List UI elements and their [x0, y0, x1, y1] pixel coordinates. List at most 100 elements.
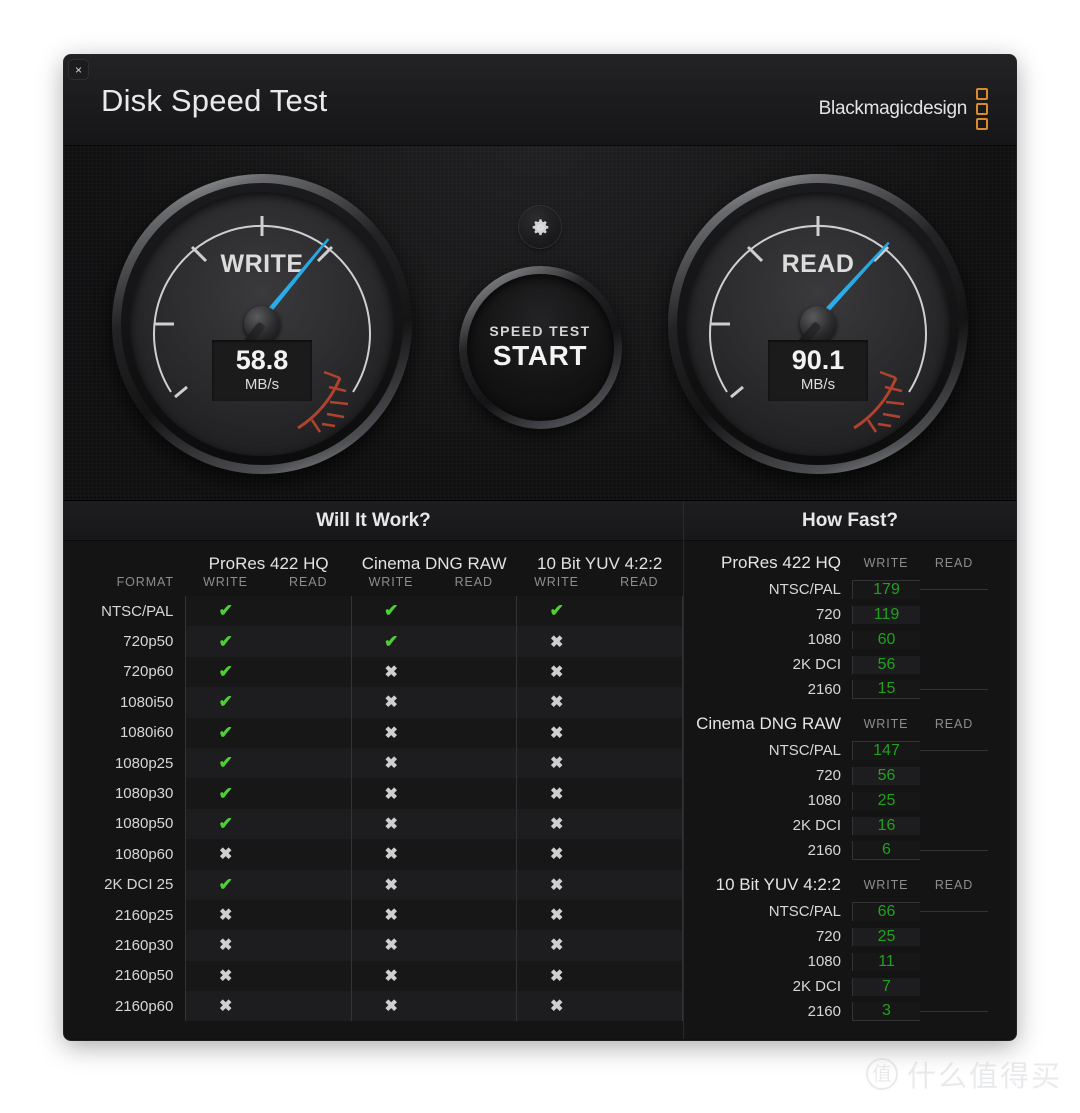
write-value: 66 — [852, 902, 920, 921]
format-label: 1080i50 — [119, 693, 174, 711]
read-value — [920, 850, 988, 851]
table-row: 2K DCI 25 ✔ ✖ ✖ — [64, 869, 684, 900]
write-value: 179 — [852, 580, 920, 599]
empty-cell — [430, 626, 517, 657]
cross-icon: ✖ — [350, 808, 431, 840]
format-label: 1080p60 — [114, 845, 174, 863]
cross-icon: ✖ — [516, 717, 597, 748]
write-unit: MB/s — [244, 376, 280, 394]
page-title: Disk Speed Test — [101, 83, 328, 118]
how-fast-panel: How Fast? ProRes 422 HQ WRITE READ NTSC/PAL… — [683, 501, 1016, 1039]
cross-icon: ✖ — [516, 869, 597, 900]
table-row: 1080i60 ✔ ✖ ✖ — [64, 717, 684, 748]
check-icon: ✔ — [185, 869, 266, 900]
format-label: 2160p25 — [114, 906, 174, 924]
cross-icon: ✖ — [516, 839, 597, 870]
gauge-area: WRITE 58.8 MB/s READ 90.1 MB/s SPEED TES… — [64, 146, 1016, 501]
format-label: NTSC/PAL — [101, 602, 174, 620]
read-gauge-label: READ — [781, 250, 855, 279]
cross-icon: ✖ — [185, 839, 266, 870]
table-row: 1080p30 ✔ ✖ ✖ — [64, 778, 684, 809]
empty-cell — [430, 596, 517, 627]
yuv-read-header: READ — [620, 575, 659, 589]
gear-icon[interactable] — [519, 206, 561, 248]
format-label: 2K DCI 25 — [104, 876, 174, 894]
empty-cell — [596, 687, 684, 718]
list-item: 720 25 — [684, 924, 1016, 949]
how-fast-group-header: 10 Bit YUV 4:2:2 WRITE READ — [684, 871, 1016, 899]
empty-cell — [430, 899, 517, 931]
how-fast-group-body: NTSC/PAL 66 720 25 1080 11 2K DCI 7 2160 3 — [684, 899, 1016, 1024]
check-icon: ✔ — [516, 596, 597, 627]
check-icon: ✔ — [185, 596, 266, 627]
write-value: 25 — [852, 791, 920, 810]
format-label: NTSC/PAL — [768, 742, 841, 759]
read-gauge-ring: READ 90.1 MB/s — [677, 183, 959, 465]
table-row: 2160p30 ✖ ✖ ✖ — [64, 930, 684, 961]
empty-cell — [265, 869, 352, 900]
watermark-badge-icon: 值 — [865, 1058, 898, 1090]
speed-test-start-button[interactable]: SPEED TEST START — [458, 266, 622, 429]
format-label: 2160p60 — [114, 997, 174, 1015]
gear-glyph-icon — [532, 218, 548, 235]
write-value: 3 — [852, 1002, 920, 1021]
list-item: 2K DCI 56 — [684, 652, 1016, 677]
cross-icon: ✖ — [185, 930, 266, 961]
brand-logo: Blackmagicdesign — [819, 88, 988, 130]
write-header: WRITE — [863, 878, 909, 892]
format-label: 2160 — [807, 681, 841, 698]
cross-icon: ✖ — [516, 899, 597, 931]
format-label: 2160p30 — [114, 936, 174, 954]
read-gauge: READ 90.1 MB/s — [668, 174, 968, 474]
cross-icon: ✖ — [350, 656, 431, 688]
format-label: 720 — [815, 928, 841, 945]
empty-cell — [596, 869, 684, 900]
list-item: NTSC/PAL 147 — [684, 738, 1016, 763]
close-button[interactable]: × — [68, 59, 89, 80]
empty-cell — [596, 808, 684, 840]
empty-cell — [265, 717, 352, 748]
write-readout: 58.8 MB/s — [212, 339, 312, 402]
table-row: 1080p50 ✔ ✖ ✖ — [64, 808, 684, 840]
write-value: 60 — [852, 630, 920, 649]
cross-icon: ✖ — [350, 747, 431, 779]
how-fast-group-header: ProRes 422 HQ WRITE READ — [684, 549, 1016, 577]
disk-speed-test-window: × Disk Speed Test Blackmagicdesign WRITE… — [64, 55, 1016, 1040]
site-watermark: 值 什么值得买 — [865, 1053, 1062, 1095]
list-item: 2160 6 — [684, 838, 1016, 863]
format-label: 720p50 — [123, 633, 174, 651]
empty-cell — [596, 960, 684, 992]
start-button-big-label: START — [492, 340, 588, 371]
list-item: 2160 3 — [684, 999, 1016, 1024]
list-item: 1080 25 — [684, 788, 1016, 813]
how-fast-groups: ProRes 422 HQ WRITE READ NTSC/PAL 179 720 119 1… — [684, 549, 1016, 1024]
read-unit: MB/s — [800, 376, 836, 394]
empty-cell — [596, 839, 684, 870]
empty-cell — [265, 960, 352, 992]
how-fast-group-body: NTSC/PAL 179 720 119 1080 60 2K DCI 56 2160 15 — [684, 577, 1016, 702]
write-header: WRITE — [863, 717, 909, 731]
write-value: 11 — [852, 952, 920, 971]
read-value — [920, 750, 988, 751]
cross-icon: ✖ — [516, 747, 597, 779]
empty-cell — [430, 960, 517, 992]
format-label: 2160 — [807, 842, 841, 859]
codec-header-row: ProRes 422 HQ Cinema DNG RAW 10 Bit YUV … — [64, 541, 683, 575]
group-name: ProRes 422 HQ — [721, 553, 841, 572]
format-label: 720 — [815, 606, 841, 623]
write-value: 15 — [852, 680, 920, 699]
cross-icon: ✖ — [185, 991, 266, 1022]
read-value — [920, 589, 988, 590]
list-item: 720 119 — [684, 602, 1016, 627]
list-item: NTSC/PAL 179 — [684, 577, 1016, 602]
format-label: 1080p50 — [114, 815, 174, 833]
empty-cell — [430, 808, 517, 840]
format-label: 1080p30 — [114, 785, 174, 803]
write-value: 16 — [852, 816, 920, 835]
how-fast-group: ProRes 422 HQ WRITE READ NTSC/PAL 179 720 119 1… — [684, 549, 1016, 702]
list-item: 720 56 — [684, 763, 1016, 788]
list-item: 2K DCI 7 — [684, 974, 1016, 999]
codec-header-yuv: 10 Bit YUV 4:2:2 — [537, 554, 663, 573]
cross-icon: ✖ — [350, 778, 431, 809]
table-row: 1080p60 ✖ ✖ ✖ — [64, 839, 684, 870]
